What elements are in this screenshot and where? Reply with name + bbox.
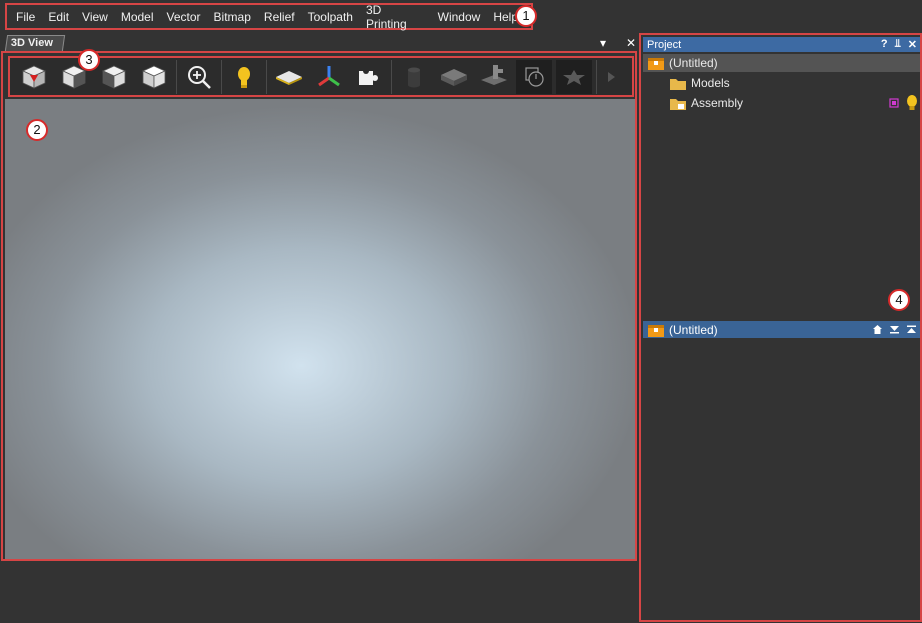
view-dropdown-icon[interactable]: ▾ <box>600 36 606 50</box>
iso-view-cube-icon <box>22 65 46 89</box>
toolbar-separator <box>596 59 597 94</box>
light-bulb-icon <box>238 66 250 88</box>
light-bulb-icon[interactable] <box>906 95 918 111</box>
shape-button[interactable] <box>556 59 592 94</box>
tree-root-untitled[interactable]: (Untitled) <box>643 54 920 72</box>
view-close-icon[interactable]: ✕ <box>626 36 636 50</box>
toolbar-separator <box>266 59 267 94</box>
view-toolbar <box>8 56 634 97</box>
view-controls: ▾ ✕ <box>600 35 636 51</box>
pin-icon[interactable]: ⫫ <box>895 38 901 51</box>
menu-window[interactable]: Window <box>438 10 481 24</box>
tree-item-models[interactable]: Models <box>669 74 730 92</box>
callout-2: 2 <box>26 119 48 141</box>
toolbar-separator <box>391 59 392 94</box>
lighting-button[interactable] <box>226 60 262 94</box>
menu-file[interactable]: File <box>16 10 35 24</box>
block-button[interactable] <box>436 60 472 94</box>
toolbar-separator <box>176 59 177 94</box>
clock-icon <box>525 66 544 87</box>
star-icon <box>563 69 585 85</box>
menu-3d-printing[interactable]: 3D Printing <box>366 3 425 31</box>
toolbar-overflow-button[interactable] <box>601 60 621 94</box>
top-view-button[interactable] <box>136 60 172 94</box>
expand-icon[interactable] <box>906 324 917 335</box>
zoom-button[interactable] <box>181 60 217 94</box>
lower-tree-root-label: (Untitled) <box>669 322 718 337</box>
zoom-icon <box>188 65 211 89</box>
cylinder-icon <box>408 67 420 87</box>
tool-button[interactable] <box>476 60 512 94</box>
menu-bar: File Edit View Model Vector Bitmap Relie… <box>5 3 533 31</box>
project-box-icon <box>648 324 664 337</box>
close-icon[interactable]: ✕ <box>908 38 917 51</box>
simulation-button[interactable] <box>516 59 552 94</box>
home-icon[interactable] <box>872 324 883 335</box>
lower-tree-header[interactable]: (Untitled) <box>643 321 920 338</box>
puzzle-button[interactable] <box>351 60 387 94</box>
plane-button[interactable] <box>271 60 307 94</box>
toolbar-separator <box>221 59 222 94</box>
more-arrow-icon <box>608 71 615 82</box>
menu-model[interactable]: Model <box>121 10 154 24</box>
tree-item-models-label: Models <box>691 76 730 90</box>
puzzle-icon <box>359 67 378 85</box>
tree-item-assembly[interactable]: Assembly <box>669 94 920 112</box>
3d-view-panel <box>1 51 637 561</box>
help-icon[interactable]: ? <box>881 38 888 51</box>
assembly-folder-icon <box>670 99 686 110</box>
visibility-toggle-icon[interactable] <box>888 97 900 109</box>
project-panel: Project ? ⫫ ✕ (Untitled) Models Assembly <box>639 33 922 622</box>
folder-icon <box>670 79 686 90</box>
axes-button[interactable] <box>311 60 347 94</box>
plane-icon <box>276 70 302 85</box>
tab-3d-view-label: 3D View <box>10 37 53 49</box>
project-panel-title: Project <box>647 38 682 51</box>
tab-3d-view[interactable]: 3D View <box>4 35 66 51</box>
project-panel-header: Project ? ⫫ ✕ <box>643 37 920 52</box>
menu-view[interactable]: View <box>82 10 108 24</box>
menu-bitmap[interactable]: Bitmap <box>214 10 251 24</box>
tree-root-label: (Untitled) <box>669 56 718 70</box>
top-view-cube-icon <box>142 65 166 89</box>
menu-vector[interactable]: Vector <box>167 10 201 24</box>
callout-3: 3 <box>78 49 100 71</box>
project-box-icon <box>648 58 664 70</box>
tree-item-assembly-label: Assembly <box>691 96 744 110</box>
menu-edit[interactable]: Edit <box>48 10 69 24</box>
collapse-icon[interactable] <box>889 324 900 335</box>
callout-4: 4 <box>888 289 910 311</box>
axes-icon <box>318 65 340 86</box>
side-view-cube-icon <box>102 65 126 89</box>
menu-relief[interactable]: Relief <box>264 10 295 24</box>
block-icon <box>441 68 467 86</box>
iso-view-button[interactable] <box>16 60 52 94</box>
cylinder-button[interactable] <box>396 60 432 94</box>
3d-view-canvas[interactable] <box>5 99 635 559</box>
tool-icon <box>481 64 507 85</box>
side-view-button[interactable] <box>96 60 132 94</box>
menu-toolpath[interactable]: Toolpath <box>308 10 353 24</box>
callout-1: 1 <box>515 5 537 27</box>
